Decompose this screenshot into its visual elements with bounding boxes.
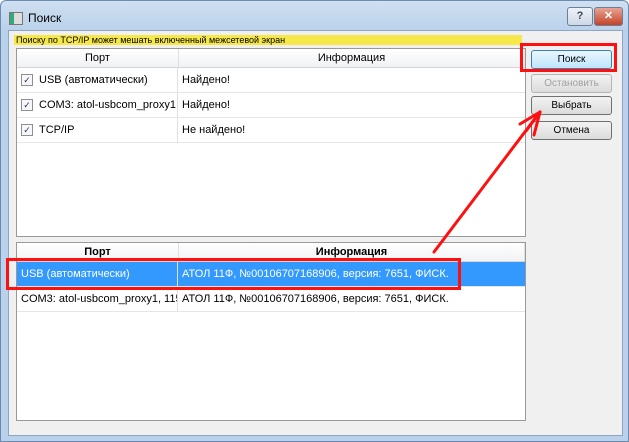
annotation-arrow bbox=[432, 110, 542, 254]
arrow-shaft bbox=[432, 110, 542, 254]
